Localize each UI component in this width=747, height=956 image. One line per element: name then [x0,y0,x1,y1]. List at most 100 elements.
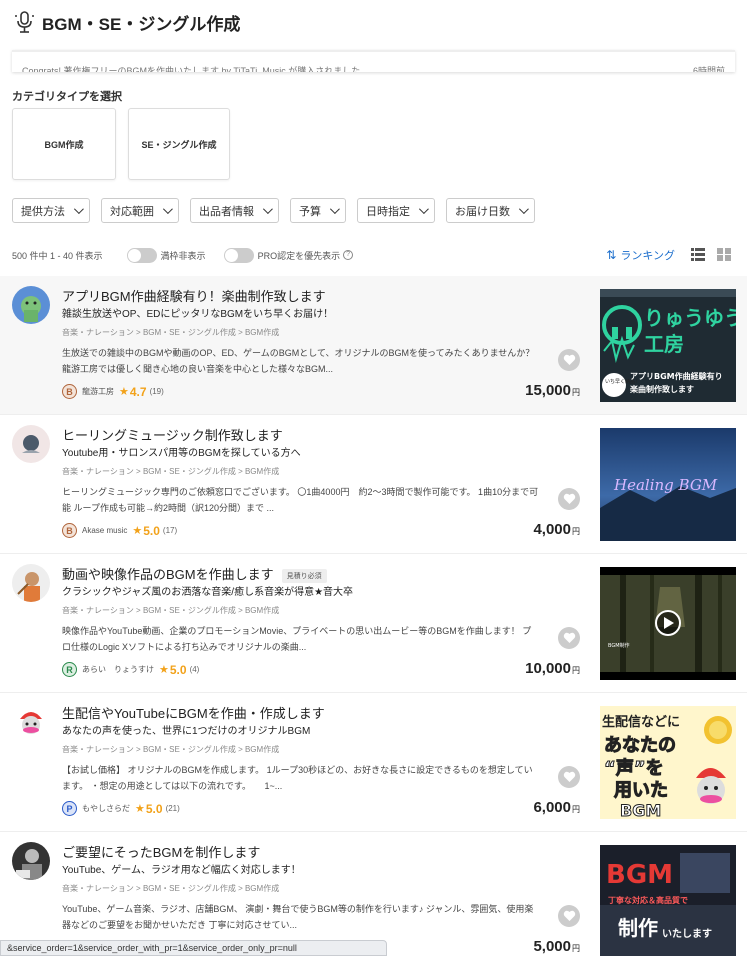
service-thumbnail[interactable]: Healing BGM [600,428,736,541]
thumb-text: あなたの [604,735,676,756]
service-subtitle: 雑談生放送やOP、EDにピッタリなBGMをいち早くお届け！ [62,309,334,320]
seller-name[interactable]: Akase music [82,526,127,535]
list-item[interactable]: アプリBGM作曲経験有り！楽曲制作致します 雑談生放送やOP、EDにピッタリなB… [0,276,747,415]
service-title[interactable]: 生配信やYouTubeにBGMを作曲・作成します [62,703,325,722]
thumb-text: 用いた [614,780,668,801]
chevron-down-icon [418,204,429,215]
list-item[interactable]: ヒーリングミュージック制作致します Youtube用・サロンスパ用等のBGMを探… [0,415,747,554]
grid-view-icon[interactable] [717,248,731,261]
breadcrumb: 音楽・ナレーション > BGM・SE・ジングル作成 > BGM作成 [62,467,280,476]
breadcrumb: 音楽・ナレーション > BGM・SE・ジングル作成 > BGM作成 [62,328,280,337]
breadcrumb: 音楽・ナレーション > BGM・SE・ジングル作成 > BGM作成 [62,884,280,893]
chevron-down-icon [73,204,84,215]
list-view-icon[interactable] [691,248,705,261]
avatar[interactable] [12,286,50,324]
breadcrumb: 音楽・ナレーション > BGM・SE・ジングル作成 > BGM作成 [62,745,280,754]
service-thumbnail[interactable]: BGM制作 [600,567,736,680]
hide-full-toggle[interactable] [126,247,157,263]
purchase-toast[interactable]: Congrats! 著作権フリーのBGMを作曲いたします by TiTaTi_M… [12,50,735,72]
list-item[interactable]: 動画や映像作品のBGMを作曲します 見積り必須 クラシックやジャズ風のお洒落な音楽… [0,554,747,693]
star-icon: ★ [159,664,169,676]
service-price: 10,000円 [525,660,580,677]
service-description: 【お試し価格】 オリジナルのBGMを作成します。 1ループ30秒ほどの、お好きな… [62,765,533,791]
service-description: 生放送での雑談中のBGMや動画のOP、ED、ゲームのBGMとして、オリジナルのB… [62,348,535,374]
filter-date[interactable]: 日時指定 [357,198,435,223]
quote-required-badge: 見積り必須 [281,568,327,583]
heart-icon [563,493,575,504]
rating-score: 5.0 [169,662,187,677]
service-subtitle: Youtube用・サロンスパ用等のBGMを探している方へ [62,448,301,459]
service-thumbnail[interactable]: りゅうゆう 工房 いち早く納品！ アプリBGM作曲経験有り 楽曲制作致します [600,289,736,402]
filter-budget[interactable]: 予算 [290,198,346,223]
category-card-bgm[interactable]: BGM作成 [12,108,116,180]
thumb-text: りゅうゆう [644,306,736,330]
service-thumbnail[interactable]: BGM 丁寧な対応＆高品質で 制作 いたします [600,845,736,956]
category-heading: カテゴリタイプを選択 [12,91,122,103]
filter-delivery-days[interactable]: お届け日数 [446,198,535,223]
avatar[interactable] [12,425,50,463]
rating-score: 5.0 [143,523,160,538]
seller-name[interactable]: あらい りょうすけ [82,664,154,675]
results-bar: 500 件中 1 - 40 件表示 満枠非表示 PRO認定を優先表示 ? ⇅ ラ… [12,244,735,266]
favorite-button[interactable] [558,349,580,371]
thumb-text: Healing BGM [613,476,718,494]
list-item[interactable]: ご要望にそったBGMを制作します YouTube、ゲーム、ラジオ用など幅広く対応… [0,832,747,956]
filter-delivery-method[interactable]: 提供方法 [12,198,90,223]
thumb-text: “声”を [604,757,664,779]
hide-full-label: 満枠非表示 [160,250,206,261]
heart-icon [563,910,575,921]
ranking-sort-button[interactable]: ⇅ ランキング [606,247,675,263]
seller-info: B 龍游工房 ★ 4.7 (19) [62,384,164,399]
favorite-button[interactable] [558,766,580,788]
thumb-text: BGM制作 [608,642,630,649]
seller-info: R あらい りょうすけ ★ 5.0 (4) [62,662,199,677]
rating-count: (4) [189,665,200,674]
seller-rank-badge: P [62,801,77,816]
avatar[interactable] [12,564,50,602]
service-list: アプリBGM作曲経験有り！楽曲制作致します 雑談生放送やOP、EDにピッタリなB… [0,276,747,956]
rating-count: (21) [165,804,180,813]
thumb-text: 丁寧な対応＆高品質で [608,895,688,905]
list-item[interactable]: 生配信やYouTubeにBGMを作曲・作成します あなたの声を使った、世界に1つ… [0,693,747,832]
seller-name[interactable]: 龍游工房 [82,386,114,397]
seller-info: B Akase music ★ 5.0 (17) [62,523,177,538]
seller-name[interactable]: もやしさらだ [82,803,130,814]
seller-rank-badge: B [62,523,77,538]
heart-icon [563,354,575,365]
service-price: 15,000円 [525,382,580,399]
pro-priority-label: PRO認定を優先表示 [257,250,341,261]
service-title[interactable]: ご要望にそったBGMを制作します [62,842,260,861]
service-title[interactable]: ヒーリングミュージック制作致します [62,425,283,444]
service-subtitle: あなたの声を使った、世界に1つだけのオリジナルBGM [62,726,311,737]
seller-rank-badge: R [62,662,77,677]
seller-rank-badge: B [62,384,77,399]
thumb-text: いたします [662,928,712,940]
favorite-button[interactable] [558,488,580,510]
star-icon: ★ [119,386,129,398]
pro-priority-toggle[interactable] [223,247,254,263]
page-header: BGM・SE・ジングル作成 [0,0,747,44]
service-price: 5,000円 [533,938,580,955]
category-cards: BGM作成 SE・ジングル作成 [12,108,230,180]
service-title[interactable]: 動画や映像作品のBGMを作曲します 見積り必須 [62,564,327,583]
breadcrumb: 音楽・ナレーション > BGM・SE・ジングル作成 > BGM作成 [62,606,280,615]
help-icon[interactable]: ? [343,250,354,260]
filter-bar: 提供方法 対応範囲 出品者情報 予算 日時指定 お届け日数 [12,198,535,223]
rating-count: (19) [149,387,164,396]
avatar[interactable] [12,842,50,880]
thumb-text: 楽曲制作致します [629,384,694,394]
thumb-text: BGM [620,801,661,819]
chevron-down-icon [518,204,529,215]
avatar[interactable] [12,703,50,741]
service-thumbnail[interactable]: 生配信などに あなたの “声”を 用いた BGM [600,706,736,819]
service-subtitle: クラシックやジャズ風のお洒落な音楽/癒し系音楽が得意★音大卒 [62,587,354,598]
category-card-se-jingle[interactable]: SE・ジングル作成 [128,108,230,180]
rating-count: (17) [162,526,178,535]
toast-time: 6時間前 [692,66,725,72]
filter-seller-info[interactable]: 出品者情報 [190,198,279,223]
favorite-button[interactable] [558,905,580,927]
service-title[interactable]: アプリBGM作曲経験有り！楽曲制作致します [62,286,326,305]
status-url: &service_order=1&service_order_with_pr=1… [0,940,387,956]
favorite-button[interactable] [558,627,580,649]
filter-coverage[interactable]: 対応範囲 [101,198,179,223]
